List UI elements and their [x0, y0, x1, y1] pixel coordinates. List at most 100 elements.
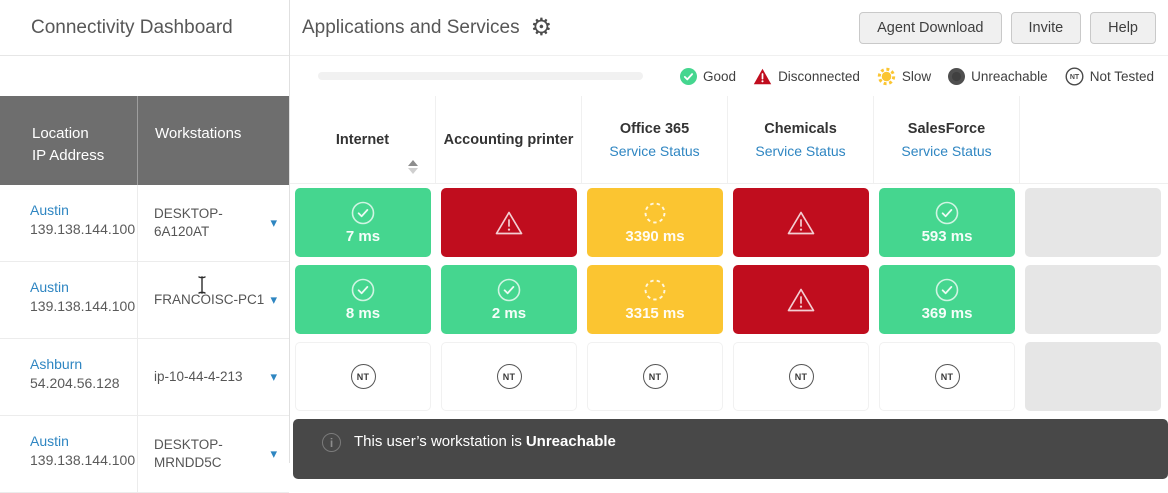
column-label: Accounting printer — [443, 131, 574, 148]
unreachable-banner: i This user’s workstation is Unreachable — [293, 419, 1168, 479]
location-link[interactable]: Austin — [30, 433, 137, 449]
status-cell-disconnected — [441, 188, 577, 257]
chevron-down-icon: ▾ — [270, 445, 277, 461]
warning-triangle-icon — [787, 211, 815, 234]
location-link[interactable]: Ashburn — [30, 356, 137, 372]
workstation-name: DESKTOP-6A120AT — [154, 206, 223, 239]
workstation-rows: Austin 139.138.144.100 DESKTOP-6A120AT ▾ Aus… — [0, 185, 289, 493]
check-circle-icon — [351, 201, 375, 225]
chevron-down-icon: ▾ — [270, 291, 277, 307]
status-cell-wrap — [1020, 184, 1168, 261]
disconnected-icon — [753, 68, 772, 84]
status-cell-good: 593 ms — [879, 188, 1015, 257]
status-cell-not-tested: NT — [441, 342, 577, 411]
status-cell-wrap: NT — [728, 338, 874, 415]
status-cell-wrap: NT — [874, 338, 1020, 415]
workstation-dropdown[interactable]: DESKTOP-6A120AT ▾ — [138, 185, 289, 261]
ip-address: 54.204.56.128 — [30, 375, 120, 391]
legend-label: Disconnected — [778, 68, 860, 84]
status-cell-wrap — [436, 184, 582, 261]
status-cell-good: 7 ms — [295, 188, 431, 257]
service-status-link[interactable]: Service Status — [901, 143, 991, 159]
latency-value: 7 ms — [345, 228, 381, 245]
workstation-name: ip-10-44-4-213 — [154, 369, 243, 385]
status-cell-not-tested: NT — [295, 342, 431, 411]
status-cell-wrap: 2 ms — [436, 261, 582, 338]
legend-label: Not Tested — [1089, 68, 1154, 84]
status-cell-wrap — [1020, 261, 1168, 338]
latency-value: 369 ms — [921, 305, 973, 322]
warning-triangle-icon — [787, 288, 815, 311]
sidebar-title: Connectivity Dashboard — [31, 16, 233, 38]
status-cell-disconnected — [733, 188, 869, 257]
slow-timer-icon — [644, 202, 666, 224]
workstation-row: Austin 139.138.144.100 DESKTOP-6A120AT ▾ — [0, 185, 289, 262]
ip-address: 139.138.144.100 — [30, 298, 136, 314]
status-cell-slow: 3390 ms — [587, 188, 723, 257]
workstation-row: Ashburn 54.204.56.128 ip-10-44-4-213 ▾ — [0, 339, 289, 416]
help-button[interactable]: Help — [1090, 11, 1156, 44]
column-header-empty — [1020, 96, 1168, 183]
status-cell-slow: 3315 ms — [587, 265, 723, 334]
service-status-link[interactable]: Service Status — [755, 143, 845, 159]
slow-timer-icon — [644, 279, 666, 301]
service-status-link[interactable]: Service Status — [609, 143, 699, 159]
workstation-dropdown[interactable]: FRANCOISC-PC1 ▾ — [138, 262, 289, 338]
status-cell-good: 369 ms — [879, 265, 1015, 334]
column-header-salesforce: SalesForce Service Status — [874, 96, 1020, 183]
status-row: NT NT NT NT NT — [290, 338, 1168, 415]
status-cell-wrap: 3315 ms — [582, 261, 728, 338]
warning-triangle-icon — [495, 211, 523, 234]
latency-value: 3390 ms — [625, 228, 685, 245]
column-label: SalesForce — [907, 120, 986, 137]
agent-download-button[interactable]: Agent Download — [859, 11, 1002, 44]
svg-text:NT: NT — [1070, 74, 1080, 81]
chevron-down-icon: ▾ — [270, 214, 277, 230]
gear-icon[interactable]: ⚙ — [531, 15, 553, 40]
workstation-dropdown[interactable]: DESKTOP-MRNDD5C ▾ — [138, 416, 289, 492]
workstation-row: Austin 139.138.144.100 DESKTOP-MRNDD5C ▾ — [0, 416, 289, 493]
legend-label: Unreachable — [971, 68, 1048, 84]
invite-button[interactable]: Invite — [1010, 11, 1082, 44]
location-link[interactable]: Austin — [30, 202, 137, 218]
location-cell: Austin 139.138.144.100 — [0, 416, 138, 492]
ip-address: 139.138.144.100 — [30, 452, 136, 468]
status-cell-wrap: NT — [582, 338, 728, 415]
status-cell-good: 2 ms — [441, 265, 577, 334]
column-label: Chemicals — [764, 120, 837, 137]
column-header-chemicals: Chemicals Service Status — [728, 96, 874, 183]
status-grid: 7 ms 3390 ms 593 ms 8 ms 2 ms 3315 ms 369 ms NT… — [290, 184, 1168, 415]
status-cell-not-tested: NT — [587, 342, 723, 411]
status-cell-empty — [1025, 265, 1161, 334]
legend-item-disconnected: Disconnected — [753, 68, 860, 85]
banner-text: This user’s workstation is Unreachable — [354, 433, 616, 450]
check-circle-icon — [935, 278, 959, 302]
column-header-accounting-printer: Accounting printer — [436, 96, 582, 183]
column-label: Office 365 — [619, 120, 690, 137]
status-cell-wrap: 369 ms — [874, 261, 1020, 338]
latency-value: 593 ms — [921, 228, 973, 245]
applications-panel: Applications and Services ⚙ Agent Downlo… — [290, 0, 1168, 479]
column-label: Internet — [335, 131, 390, 148]
chevron-down-icon: ▾ — [270, 368, 277, 384]
main-header: Applications and Services ⚙ Agent Downlo… — [290, 0, 1168, 56]
status-cell-wrap: 8 ms — [290, 261, 436, 338]
not-tested-icon: NT — [788, 364, 814, 389]
column-header-office-365: Office 365 Service Status — [582, 96, 728, 183]
status-cell-wrap: NT — [290, 338, 436, 415]
workstation-row: Austin 139.138.144.100 FRANCOISC-PC1 ▾ — [0, 262, 289, 339]
legend-item-slow: Slow — [877, 67, 931, 86]
not-tested-icon: NT — [1065, 66, 1084, 86]
location-link[interactable]: Austin — [30, 279, 137, 295]
sort-arrows-icon[interactable] — [408, 160, 418, 174]
services-grid-header: Internet Accounting printer Office 365 Serv… — [290, 96, 1168, 184]
check-circle-icon — [497, 278, 521, 302]
not-tested-icon: NT — [350, 364, 376, 389]
status-cell-wrap — [728, 184, 874, 261]
workstation-dropdown[interactable]: ip-10-44-4-213 ▾ — [138, 339, 289, 415]
workstation-table-header: Location IP Address Workstations — [0, 96, 289, 185]
status-cell-wrap: NT — [436, 338, 582, 415]
legend-label: Slow — [901, 68, 932, 84]
legend-label: Good — [703, 68, 737, 84]
workstation-name: FRANCOISC-PC1 — [154, 292, 265, 308]
